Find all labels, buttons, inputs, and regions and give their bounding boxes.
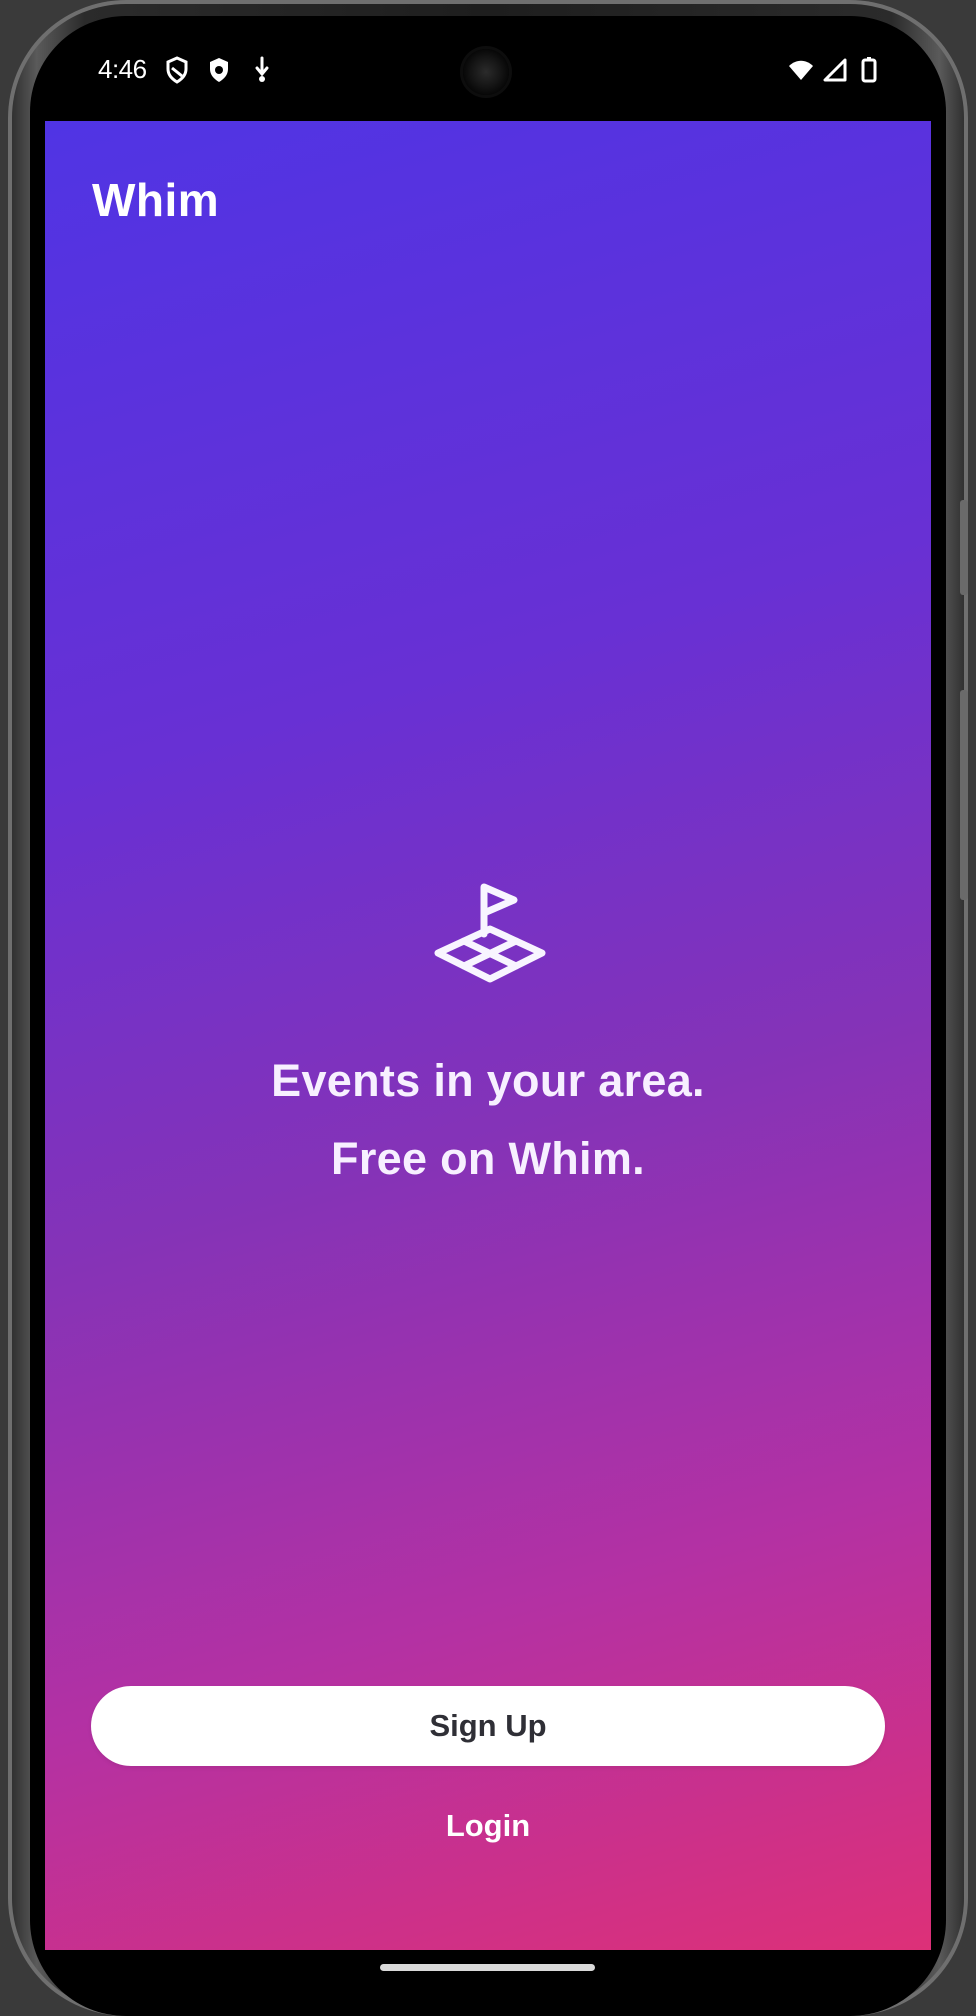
signup-button[interactable]: Sign Up bbox=[91, 1686, 885, 1766]
map-flag-icon bbox=[434, 883, 546, 983]
wifi-icon bbox=[789, 60, 813, 80]
cell-signal-icon bbox=[823, 58, 847, 82]
vpn-shield-icon bbox=[166, 56, 188, 84]
volume-button bbox=[960, 500, 968, 595]
app-title: Whim bbox=[92, 174, 220, 226]
welcome-screen: Whim Events in your area. Free on Whim. … bbox=[45, 121, 931, 1950]
system-navigation-handle[interactable] bbox=[380, 1964, 595, 1971]
login-link[interactable]: Login bbox=[388, 1803, 588, 1849]
power-button bbox=[960, 690, 968, 900]
headline-line-2: Free on Whim. bbox=[331, 1133, 645, 1184]
battery-icon bbox=[861, 57, 877, 83]
status-time: 4:46 bbox=[98, 54, 147, 84]
download-icon bbox=[255, 56, 269, 82]
security-shield-icon bbox=[210, 58, 228, 82]
headline-line-1: Events in your area. bbox=[271, 1055, 705, 1106]
front-camera bbox=[463, 49, 509, 95]
